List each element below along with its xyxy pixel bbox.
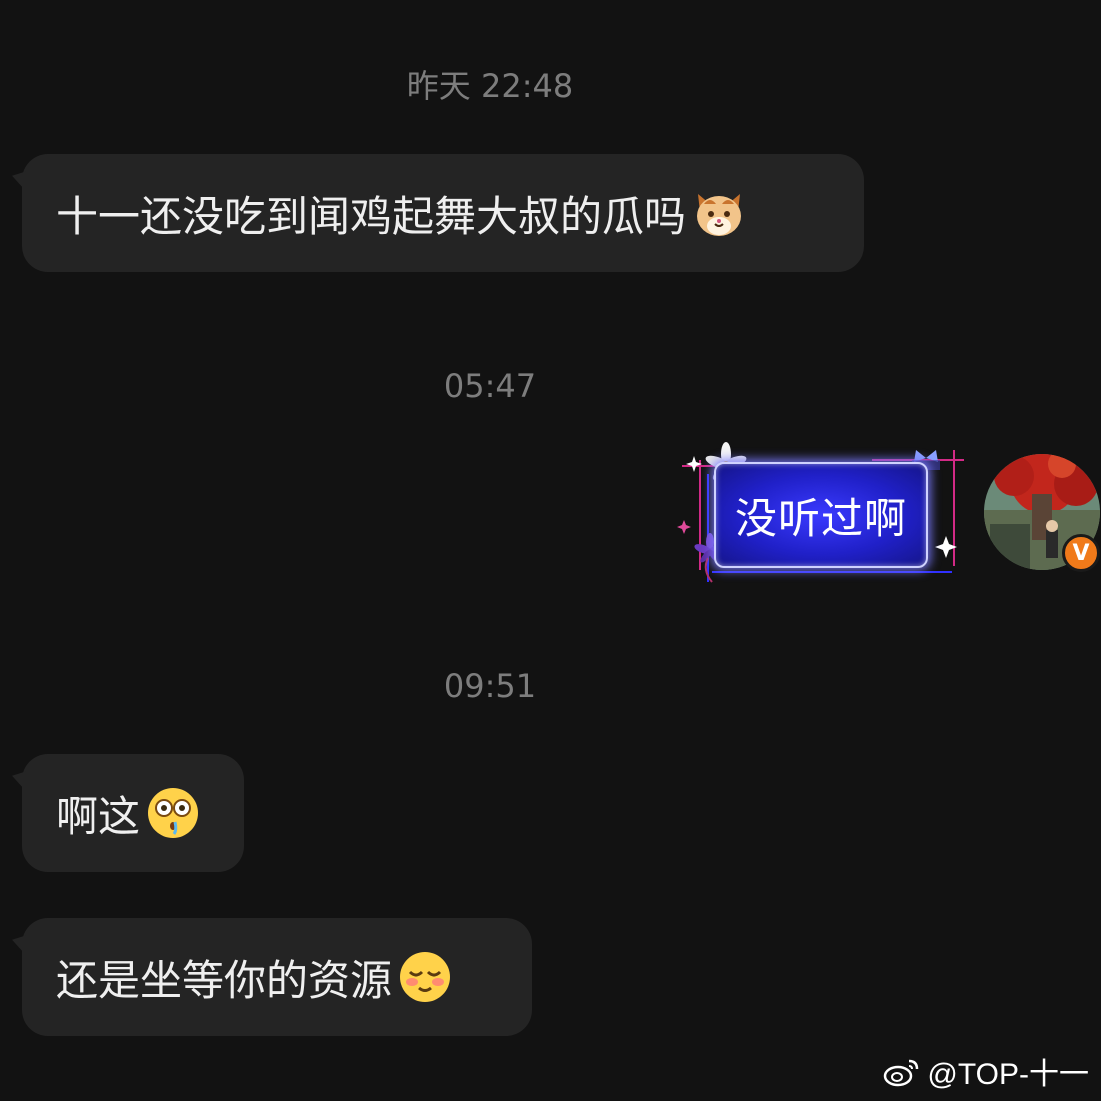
watermark-text: @TOP-十一 — [927, 1058, 1089, 1091]
verified-badge: V — [1062, 534, 1100, 572]
incoming-message-bubble[interactable]: 啊这 — [22, 754, 244, 872]
incoming-message-bubble[interactable]: 还是坐等你的资源 — [22, 918, 532, 1036]
timestamp: 09:51 — [443, 667, 537, 705]
timestamp: 05:47 — [443, 367, 537, 405]
timestamp: 昨天 22:48 — [406, 67, 574, 105]
flushed-face-emoji-icon — [146, 786, 200, 840]
message-text: 没听过啊 — [714, 462, 928, 568]
message-text: 啊这 — [56, 791, 141, 841]
outgoing-message-bubble[interactable]: 没听过啊 — [672, 440, 968, 588]
blushing-face-emoji-icon — [398, 950, 452, 1004]
weibo-icon — [884, 1059, 919, 1087]
message-text: 十一还没吃到闻鸡起舞大叔的瓜吗 — [56, 191, 687, 241]
watermark: @TOP-十一 — [883, 1049, 1089, 1093]
cat-face-emoji-icon — [692, 186, 746, 240]
incoming-message-bubble[interactable]: 十一还没吃到闻鸡起舞大叔的瓜吗 — [22, 154, 864, 272]
message-text: 还是坐等你的资源 — [56, 955, 393, 1005]
